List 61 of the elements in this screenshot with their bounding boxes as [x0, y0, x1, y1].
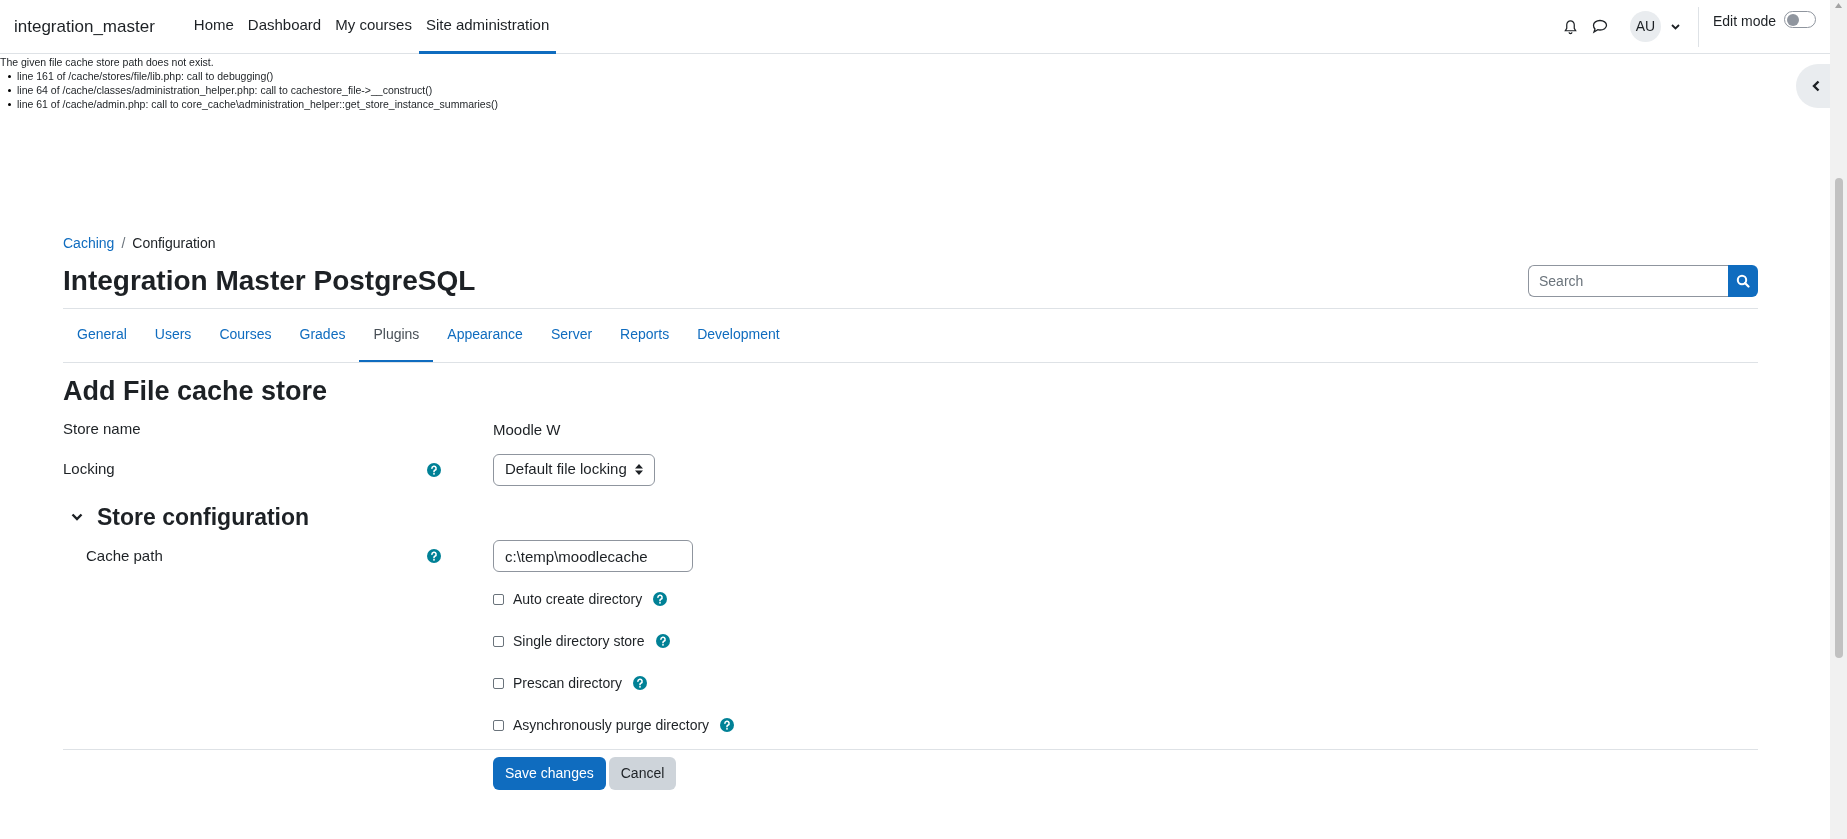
- breadcrumb-current: Configuration: [132, 234, 216, 253]
- field-label: Cache path: [86, 545, 163, 566]
- user-avatar[interactable]: AU: [1629, 11, 1661, 42]
- nav-link[interactable]: Dashboard: [240, 0, 329, 54]
- help-icon[interactable]: [720, 718, 735, 732]
- admin-tab[interactable]: Development: [683, 309, 794, 362]
- form-title: Add File cache store: [63, 375, 328, 408]
- cancel-button[interactable]: Cancel: [608, 757, 677, 790]
- admin-tab[interactable]: Server: [536, 309, 607, 362]
- checkbox[interactable]: [493, 719, 504, 731]
- stack-trace-line: line 61 of /cache/admin.php: call to core_cache\administration_helper::get_store_instance_summaries(): [17, 97, 498, 111]
- field-value: Moodle W: [493, 420, 561, 438]
- checkbox-label: Single directory store: [513, 631, 645, 651]
- admin-tab[interactable]: Reports: [606, 309, 684, 362]
- page-title: Integration Master PostgreSQL: [63, 264, 476, 298]
- section-toggle[interactable]: Store configuration: [63, 499, 310, 534]
- search-icon: [1736, 274, 1750, 288]
- stack-trace-line: line 161 of /cache/stores/file/lib.php: call to debugging(): [17, 69, 274, 83]
- search-button[interactable]: [1728, 265, 1758, 297]
- breadcrumb-link[interactable]: Caching: [63, 233, 115, 254]
- nav-link[interactable]: My courses: [328, 0, 419, 54]
- stack-trace-line: line 64 of /cache/classes/administration_helper.php: call to cachestore_file->__construct(): [17, 83, 433, 97]
- checkbox[interactable]: [493, 635, 504, 647]
- breadcrumb-separator: /: [121, 234, 126, 253]
- admin-tab[interactable]: Courses: [205, 309, 286, 362]
- help-icon[interactable]: [427, 462, 441, 477]
- scrollbar[interactable]: [1830, 0, 1847, 839]
- help-icon[interactable]: [427, 549, 441, 563]
- checkbox-label: Auto create directory: [513, 589, 643, 609]
- checkbox-label: Prescan directory: [513, 673, 622, 693]
- nav-link[interactable]: Home: [186, 0, 241, 54]
- chat-bubble-icon[interactable]: [1591, 19, 1608, 34]
- help-icon[interactable]: [655, 634, 670, 648]
- field-label: Locking: [63, 459, 115, 480]
- edit-mode-label: Edit mode: [1712, 12, 1776, 31]
- drawer-toggle-button[interactable]: [1796, 64, 1830, 108]
- help-icon[interactable]: [632, 676, 647, 690]
- help-icon[interactable]: [653, 592, 668, 606]
- search-field[interactable]: Search: [1528, 265, 1728, 297]
- admin-tab[interactable]: Grades: [285, 309, 360, 362]
- admin-tab[interactable]: Appearance: [433, 309, 537, 362]
- sort-caret-icon: [634, 464, 643, 475]
- bell-icon[interactable]: [1562, 18, 1578, 35]
- checkbox[interactable]: [493, 677, 504, 689]
- debug-message: The given file cache store path does not exist.: [0, 55, 214, 69]
- nav-link[interactable]: Site administration: [418, 0, 557, 54]
- chevron-icon: [71, 512, 83, 521]
- admin-tab[interactable]: Plugins: [359, 309, 434, 362]
- edit-mode-toggle[interactable]: [1784, 11, 1816, 28]
- checkbox[interactable]: [493, 593, 504, 605]
- admin-tab[interactable]: Users: [140, 309, 206, 362]
- save-button[interactable]: Save changes: [493, 757, 606, 790]
- field-label: Store name: [63, 419, 141, 440]
- scrollbar-thumb[interactable]: [1834, 178, 1843, 658]
- site-name[interactable]: integration_master: [14, 13, 155, 40]
- chevron-left-icon: [1812, 80, 1820, 92]
- cache-path-input[interactable]: c:\temp\moodlecache: [493, 540, 693, 572]
- checkbox-label: Asynchronously purge directory: [513, 715, 710, 735]
- admin-tab[interactable]: General: [63, 309, 141, 362]
- locking-select[interactable]: Default file locking: [493, 453, 655, 486]
- caret-icon[interactable]: [1670, 23, 1680, 30]
